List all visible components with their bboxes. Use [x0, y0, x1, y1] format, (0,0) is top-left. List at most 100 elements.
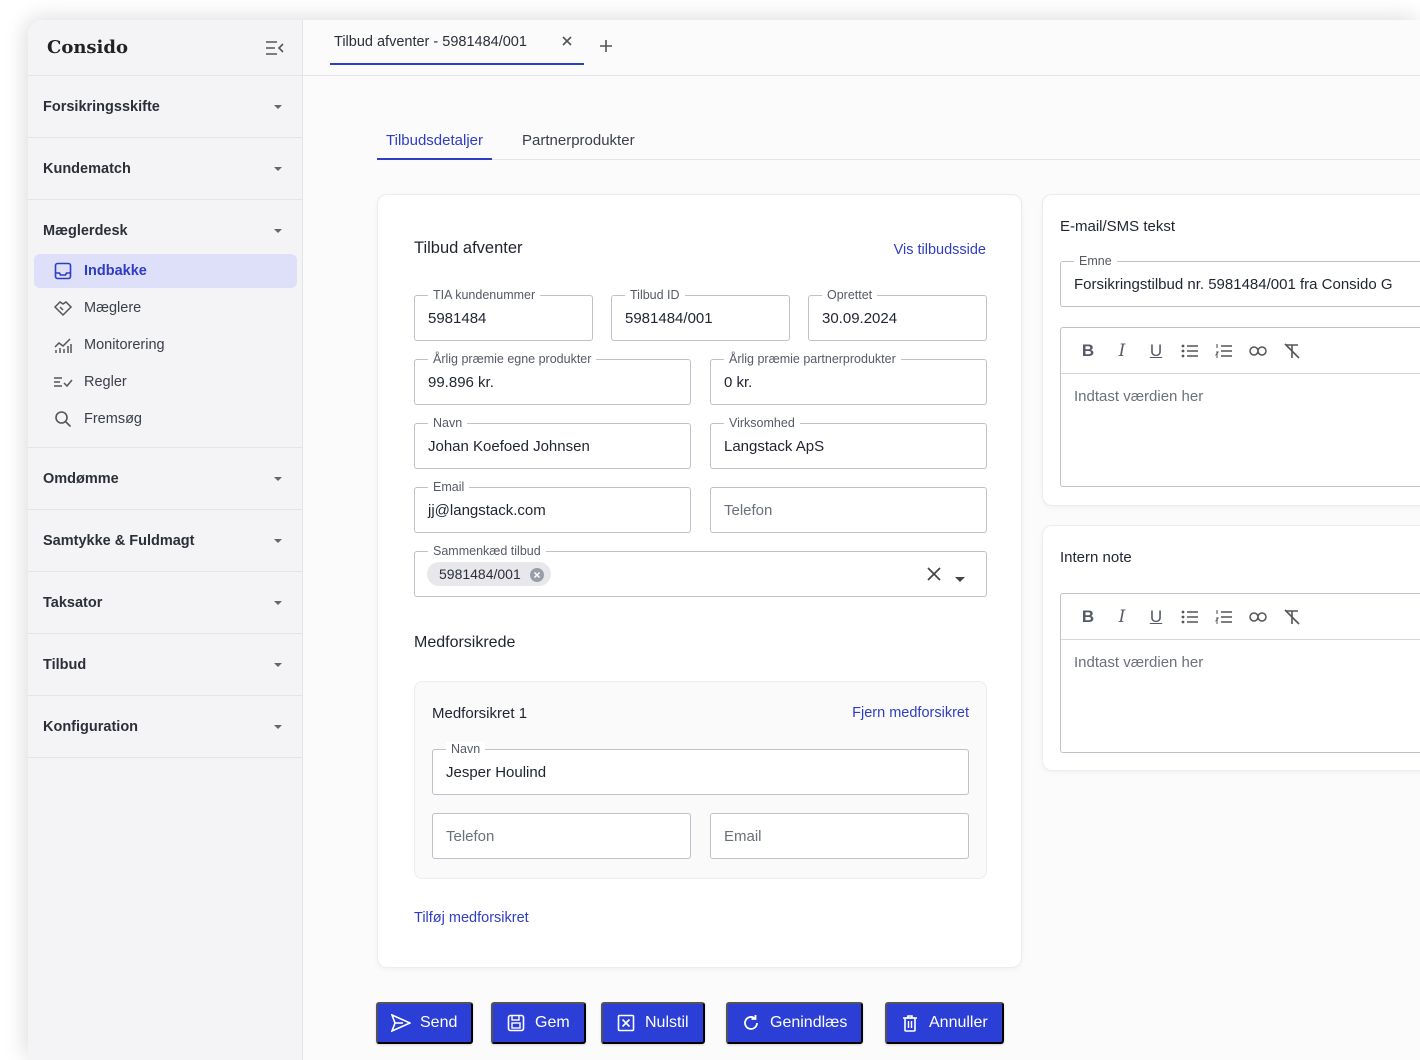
sidebar: Consido Forsikringsskifte Kundematch Mæg…: [28, 20, 303, 1060]
sidebar-section-maeglerdesk[interactable]: Mæglerdesk: [28, 200, 302, 262]
save-button[interactable]: Gem: [491, 1002, 586, 1044]
italic-icon[interactable]: I: [1105, 335, 1139, 367]
sidebar-section-omdoemme[interactable]: Omdømme: [28, 448, 302, 510]
tab-tilbudsdetaljer[interactable]: Tilbudsdetaljer: [377, 128, 492, 160]
name-field[interactable]: Navn Johan Koefoed Johnsen: [414, 416, 691, 469]
document-tabbar: Tilbud afventer - 5981484/001: [303, 20, 1420, 76]
email-field[interactable]: Email jj@langstack.com: [414, 480, 691, 533]
close-tab-icon[interactable]: [560, 34, 574, 48]
field-label: Emne: [1074, 254, 1117, 268]
sidebar-item-label: Fremsøg: [84, 411, 142, 427]
sidebar-item-fremsoeg[interactable]: Fremsøg: [34, 402, 297, 436]
send-button[interactable]: Send: [376, 1002, 474, 1044]
sidebar-section-konfiguration[interactable]: Konfiguration: [28, 696, 302, 758]
field-label: TIA kundenummer: [428, 288, 541, 302]
field-placeholder: Telefon: [446, 828, 495, 845]
field-label: Virksomhed: [724, 416, 800, 430]
sidebar-section-tilbud[interactable]: Tilbud: [28, 634, 302, 696]
created-field[interactable]: Oprettet 30.09.2024: [808, 288, 987, 341]
sidebar-item-indbakke[interactable]: Indbakke: [34, 254, 297, 288]
button-label: Gem: [535, 1014, 570, 1031]
tab-partnerprodukter[interactable]: Partnerprodukter: [513, 128, 644, 160]
field-label: Oprettet: [822, 288, 878, 302]
remove-coinsured-link[interactable]: Fjern medforsikret: [852, 705, 969, 721]
subject-field[interactable]: Emne Forsikringstilbud nr. 5981484/001 f…: [1060, 254, 1420, 307]
bullet-list-icon[interactable]: [1173, 335, 1207, 367]
bold-icon[interactable]: B: [1071, 601, 1105, 633]
caret-down-icon: [274, 662, 282, 667]
numbered-list-icon[interactable]: [1207, 335, 1241, 367]
field-label: Sammenkæd tilbud: [428, 544, 546, 558]
coinsured-phone-field[interactable]: Telefon: [432, 813, 691, 859]
bold-icon[interactable]: B: [1071, 335, 1105, 367]
internal-note-card: Intern note B I U Indtast værdien her: [1042, 525, 1420, 771]
phone-field[interactable]: Telefon: [710, 487, 987, 533]
button-label: Genindlæs: [770, 1014, 848, 1031]
add-coinsured-link[interactable]: Tilføj medforsikret: [414, 910, 529, 926]
field-value: Jesper Houlind: [446, 764, 547, 781]
clear-format-icon[interactable]: [1275, 335, 1309, 367]
caret-down-icon: [274, 229, 282, 233]
sidebar-item-monitorering[interactable]: Monitorering: [34, 328, 297, 362]
sidebar-item-maeglere[interactable]: Mæglere: [34, 291, 297, 325]
sidebar-item-regler[interactable]: Regler: [34, 365, 297, 399]
clear-select-icon[interactable]: [926, 566, 942, 587]
link-icon[interactable]: [1241, 335, 1275, 367]
dropdown-arrow-icon[interactable]: [954, 571, 966, 589]
italic-icon[interactable]: I: [1105, 601, 1139, 633]
numbered-list-icon[interactable]: [1207, 601, 1241, 633]
send-icon: [391, 1013, 411, 1033]
view-offer-page-link[interactable]: Vis tilbudsside: [894, 242, 986, 258]
caret-down-icon: [274, 166, 282, 171]
add-tab-icon[interactable]: [598, 38, 614, 54]
coinsured-name-field[interactable]: Navn Jesper Houlind: [432, 742, 969, 795]
partner-premium-field[interactable]: Årlig præmie partnerprodukter 0 kr.: [710, 352, 987, 405]
link-icon[interactable]: [1241, 601, 1275, 633]
caret-down-icon: [274, 104, 282, 109]
sidebar-section-taksator[interactable]: Taksator: [28, 572, 302, 634]
field-value: 5981484/001: [625, 310, 713, 327]
field-value: 99.896 kr.: [428, 374, 494, 391]
field-label: Email: [428, 480, 470, 494]
tia-field[interactable]: TIA kundenummer 5981484: [414, 288, 593, 341]
collapse-sidebar-icon[interactable]: [264, 37, 286, 59]
offer-id-field[interactable]: Tilbud ID 5981484/001: [611, 288, 790, 341]
email-sms-title: E-mail/SMS tekst: [1060, 218, 1176, 235]
bullet-list-icon[interactable]: [1173, 601, 1207, 633]
brand-row: Consido: [28, 20, 302, 76]
underline-icon[interactable]: U: [1139, 601, 1173, 633]
reload-button[interactable]: Genindlæs: [726, 1002, 864, 1044]
field-value: jj@langstack.com: [428, 502, 546, 519]
clear-format-icon[interactable]: [1275, 601, 1309, 633]
own-premium-field[interactable]: Årlig præmie egne produkter 99.896 kr.: [414, 352, 691, 405]
remove-chip-icon[interactable]: [529, 566, 545, 582]
handshake-icon: [53, 298, 73, 318]
note-editor[interactable]: B I U Indtast værdien her: [1060, 593, 1420, 753]
sidebar-section-forsikringsskifte[interactable]: Forsikringsskifte: [28, 76, 302, 138]
company-field[interactable]: Virksomhed Langstack ApS: [710, 416, 987, 469]
section-label: Taksator: [43, 594, 103, 611]
reset-button[interactable]: Nulstil: [601, 1002, 705, 1044]
caret-down-icon: [274, 600, 282, 605]
sidebar-item-label: Mæglere: [84, 300, 142, 316]
sidebar-section-samtykke[interactable]: Samtykke & Fuldmagt: [28, 510, 302, 572]
underline-icon[interactable]: U: [1139, 335, 1173, 367]
field-placeholder: Telefon: [724, 502, 773, 519]
cancel-button[interactable]: Annuller: [885, 1002, 1004, 1044]
coinsured-card: Medforsikret 1 Fjern medforsikret Navn J…: [414, 681, 987, 879]
maeglerdesk-subnav: Indbakke Mæglere Monitorering Regler Fre…: [28, 254, 302, 448]
linked-offer-select[interactable]: Sammenkæd tilbud 5981484/001: [414, 544, 987, 597]
field-label: Årlig præmie egne produkter: [428, 352, 597, 366]
rules-icon: [53, 372, 73, 392]
button-label: Annuller: [929, 1014, 988, 1031]
field-label: Navn: [428, 416, 468, 430]
editor-placeholder: Indtast værdien her: [1074, 654, 1204, 671]
button-label: Nulstil: [645, 1014, 689, 1031]
brand-logo: Consido: [47, 37, 128, 58]
email-editor[interactable]: B I U Indtast værdien her: [1060, 327, 1420, 487]
offer-card: Tilbud afventer Vis tilbudsside TIA kund…: [377, 194, 1022, 968]
field-value: Johan Koefoed Johnsen: [428, 438, 590, 455]
coinsured-email-field[interactable]: Email: [710, 813, 969, 859]
tab-tilbud-afventer[interactable]: Tilbud afventer - 5981484/001: [330, 20, 584, 65]
sidebar-section-kundematch[interactable]: Kundematch: [28, 138, 302, 200]
